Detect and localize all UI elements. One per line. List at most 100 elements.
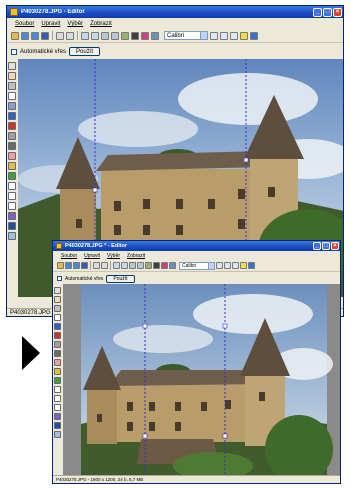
color-icon[interactable]: [141, 31, 149, 40]
menu-vyber[interactable]: Výběr: [107, 253, 120, 259]
open-icon[interactable]: [11, 31, 19, 40]
redeye-tool-icon[interactable]: [54, 332, 61, 339]
pencil-tool-icon[interactable]: [54, 368, 61, 375]
rotate-right-icon[interactable]: [137, 262, 144, 269]
save-icon[interactable]: [41, 31, 49, 40]
paste-icon[interactable]: [121, 262, 128, 269]
forward-icon[interactable]: [31, 31, 39, 40]
select-rect-tool-icon[interactable]: [54, 386, 61, 393]
rotate-left-icon[interactable]: [129, 262, 136, 269]
hand-tool-icon[interactable]: [54, 296, 61, 303]
foreground-color-icon[interactable]: [54, 422, 61, 429]
guide-tool-icon[interactable]: [8, 112, 16, 120]
rotate-left-icon[interactable]: [101, 31, 109, 40]
minimize-button[interactable]: _: [313, 7, 322, 17]
fullscreen-icon[interactable]: [232, 262, 239, 269]
back-title-bar[interactable]: P4030278.JPG - Editor _ □ ×: [7, 6, 343, 18]
apply-button[interactable]: Použít: [106, 274, 135, 283]
eraser-tool-icon[interactable]: [54, 359, 61, 366]
close-button[interactable]: ×: [333, 7, 342, 17]
paste-icon[interactable]: [91, 31, 99, 40]
copy-icon[interactable]: [81, 31, 89, 40]
open-icon[interactable]: [57, 262, 64, 269]
wand-tool-icon[interactable]: [54, 413, 61, 420]
redo-icon[interactable]: [66, 31, 74, 40]
menu-vyber[interactable]: Výběr: [67, 21, 83, 27]
foreground-color-icon[interactable]: [8, 222, 16, 230]
background-color-icon[interactable]: [8, 232, 16, 240]
back-icon[interactable]: [21, 31, 29, 40]
undo-icon[interactable]: [93, 262, 100, 269]
lasso-tool-icon[interactable]: [54, 404, 61, 411]
close-button[interactable]: ×: [331, 242, 339, 250]
help-icon[interactable]: [248, 262, 255, 269]
menu-zobrazit[interactable]: Zobrazit: [90, 21, 112, 27]
pencil-tool-icon[interactable]: [8, 162, 16, 170]
zoom-tool-icon[interactable]: [54, 287, 61, 294]
stamp-tool-icon[interactable]: [54, 341, 61, 348]
stamp-tool-icon[interactable]: [8, 132, 16, 140]
crop-tool-icon[interactable]: [54, 305, 61, 312]
contrast-icon[interactable]: [131, 31, 139, 40]
front-toolbar: Calibri: [53, 260, 340, 272]
front-options-bar: Automatické vřes Použít: [53, 274, 340, 283]
crop-tool-icon[interactable]: [8, 82, 16, 90]
minimize-button[interactable]: _: [313, 242, 321, 250]
undo-icon[interactable]: [56, 31, 64, 40]
help-icon[interactable]: [250, 31, 258, 40]
zoom-tool-icon[interactable]: [8, 62, 16, 70]
select-rect-tool-icon[interactable]: [8, 182, 16, 190]
font-select[interactable]: Calibri: [164, 31, 208, 40]
front-image-canvas[interactable]: [63, 284, 340, 475]
background-color-icon[interactable]: [54, 431, 61, 438]
front-title-bar[interactable]: P4030278.JPG * - Editor _ □ ×: [53, 241, 340, 251]
resize-icon[interactable]: [121, 31, 129, 40]
text-tool-icon[interactable]: [54, 314, 61, 321]
toolbar-separator: [110, 261, 111, 270]
font-select[interactable]: Calibri: [179, 261, 215, 270]
rotate-right-icon[interactable]: [111, 31, 119, 40]
highlight-icon[interactable]: [240, 262, 247, 269]
brush-tool-icon[interactable]: [54, 350, 61, 357]
zoom-fit-icon[interactable]: [216, 262, 223, 269]
redeye-tool-icon[interactable]: [8, 122, 16, 130]
highlight-icon[interactable]: [240, 31, 248, 40]
resize-icon[interactable]: [145, 262, 152, 269]
apply-button[interactable]: Použít: [69, 47, 101, 56]
brush-tool-icon[interactable]: [8, 142, 16, 150]
select-ellipse-tool-icon[interactable]: [54, 395, 61, 402]
copy-icon[interactable]: [113, 262, 120, 269]
back-icon[interactable]: [65, 262, 72, 269]
forward-icon[interactable]: [73, 262, 80, 269]
color-icon[interactable]: [161, 262, 168, 269]
zoom-fit-icon[interactable]: [210, 31, 218, 40]
guide-tool-icon[interactable]: [54, 323, 61, 330]
select-ellipse-tool-icon[interactable]: [8, 192, 16, 200]
save-icon[interactable]: [81, 262, 88, 269]
wand-tool-icon[interactable]: [8, 212, 16, 220]
effects-icon[interactable]: [151, 31, 159, 40]
maximize-button[interactable]: □: [322, 242, 330, 250]
contrast-icon[interactable]: [153, 262, 160, 269]
fill-tool-icon[interactable]: [54, 377, 61, 384]
effects-icon[interactable]: [169, 262, 176, 269]
menu-zobrazit[interactable]: Zobrazit: [127, 253, 145, 259]
back-menu-bar: Soubor Upravit Výběr Zobrazit: [7, 19, 343, 29]
fill-tool-icon[interactable]: [8, 172, 16, 180]
menu-upravit[interactable]: Upravit: [84, 253, 100, 259]
auto-checkbox[interactable]: [57, 276, 62, 281]
menu-soubor[interactable]: Soubor: [15, 21, 34, 27]
eraser-tool-icon[interactable]: [8, 152, 16, 160]
auto-checkbox[interactable]: [11, 48, 17, 55]
zoom-100-icon[interactable]: [224, 262, 231, 269]
line-tool-icon[interactable]: [8, 102, 16, 110]
hand-tool-icon[interactable]: [8, 72, 16, 80]
text-tool-icon[interactable]: [8, 92, 16, 100]
menu-soubor[interactable]: Soubor: [61, 253, 77, 259]
lasso-tool-icon[interactable]: [8, 202, 16, 210]
fullscreen-icon[interactable]: [230, 31, 238, 40]
zoom-100-icon[interactable]: [220, 31, 228, 40]
maximize-button[interactable]: □: [323, 7, 332, 17]
menu-upravit[interactable]: Upravit: [41, 21, 60, 27]
redo-icon[interactable]: [101, 262, 108, 269]
